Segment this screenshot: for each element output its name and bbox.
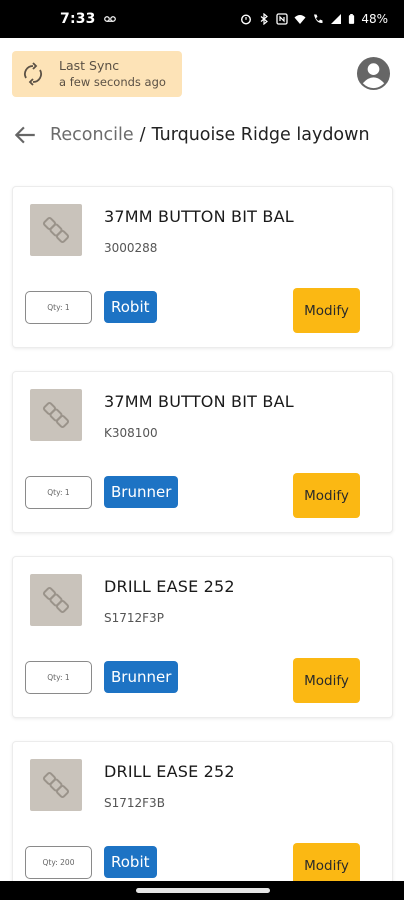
sync-subtitle: a few seconds ago xyxy=(59,75,166,89)
item-card[interactable]: 37MM BUTTON BIT BAL 3000288 Qty: 1 Robit… xyxy=(12,186,393,348)
quantity-field[interactable]: Qty: 200 xyxy=(25,846,92,879)
drill-bit-icon xyxy=(42,771,70,799)
wifi-icon xyxy=(294,15,306,24)
sync-title: Last Sync xyxy=(59,58,120,73)
item-code: S1712F3P xyxy=(104,611,164,625)
item-thumbnail xyxy=(30,204,82,256)
quantity-field[interactable]: Qty: 1 xyxy=(25,291,92,324)
system-navigation-bar xyxy=(0,881,404,900)
breadcrumb: Reconcile / Turquoise Ridge laydown xyxy=(12,118,370,152)
drill-bit-icon xyxy=(42,586,70,614)
brand-badge[interactable]: Robit xyxy=(104,291,157,323)
bluetooth-icon xyxy=(260,13,269,25)
call-icon xyxy=(314,14,323,24)
signal-icon xyxy=(331,14,342,24)
brand-badge[interactable]: Brunner xyxy=(104,476,179,508)
breadcrumb-separator: / xyxy=(139,125,146,145)
voicemail-icon xyxy=(103,16,116,22)
item-card[interactable]: DRILL EASE 252 S1712F3B Qty: 200 Robit M… xyxy=(12,741,393,900)
item-name: 37MM BUTTON BIT BAL xyxy=(104,392,294,411)
quantity-field[interactable]: Qty: 1 xyxy=(25,476,92,509)
modify-button[interactable]: Modify xyxy=(293,473,360,518)
drill-bit-icon xyxy=(42,401,70,429)
item-name: 37MM BUTTON BIT BAL xyxy=(104,207,294,226)
status-time: 7:33 xyxy=(60,11,96,27)
battery-level: 48% xyxy=(361,12,388,26)
brand-badge[interactable]: Robit xyxy=(104,846,157,878)
back-arrow-icon[interactable] xyxy=(12,122,38,148)
breadcrumb-current: Turquoise Ridge laydown xyxy=(151,125,370,145)
alarm-icon xyxy=(241,14,252,25)
account-circle-icon[interactable] xyxy=(356,56,391,91)
battery-icon xyxy=(349,14,355,24)
last-sync-badge[interactable]: Last Sync a few seconds ago xyxy=(12,51,182,97)
home-gesture-handle[interactable] xyxy=(136,888,270,893)
breadcrumb-parent[interactable]: Reconcile xyxy=(50,125,134,145)
item-code: S1712F3B xyxy=(104,796,165,810)
item-thumbnail xyxy=(30,574,82,626)
status-bar: 7:33 48% xyxy=(0,0,404,38)
item-thumbnail xyxy=(30,759,82,811)
item-thumbnail xyxy=(30,389,82,441)
drill-bit-icon xyxy=(42,216,70,244)
item-name: DRILL EASE 252 xyxy=(104,762,235,781)
brand-badge[interactable]: Brunner xyxy=(104,661,179,693)
item-code: 3000288 xyxy=(104,241,158,255)
sync-icon xyxy=(24,62,42,86)
item-card[interactable]: DRILL EASE 252 S1712F3P Qty: 1 Brunner M… xyxy=(12,556,393,718)
item-code: K308100 xyxy=(104,426,158,440)
quantity-field[interactable]: Qty: 1 xyxy=(25,661,92,694)
item-name: DRILL EASE 252 xyxy=(104,577,235,596)
item-card[interactable]: 37MM BUTTON BIT BAL K308100 Qty: 1 Brunn… xyxy=(12,371,393,533)
nfc-icon xyxy=(276,13,288,25)
modify-button[interactable]: Modify xyxy=(293,288,360,333)
modify-button[interactable]: Modify xyxy=(293,658,360,703)
